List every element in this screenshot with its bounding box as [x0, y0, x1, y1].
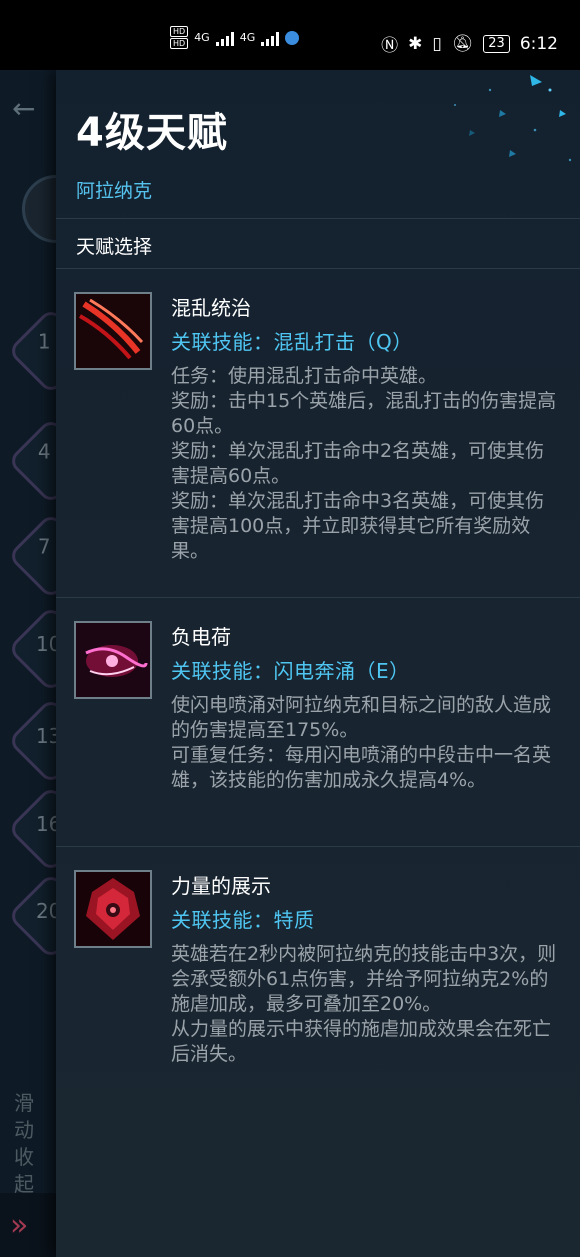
collapse-hint[interactable]: 滑动收起 — [14, 1090, 42, 1198]
signal-icon-2 — [261, 30, 280, 46]
talent-item-chaos-rule[interactable]: 混乱统治 关联技能：混乱打击（Q） 任务：使用混乱打击命中英雄。 奖励：击中15… — [74, 292, 564, 592]
divider — [56, 268, 580, 269]
desc-line: 任务：使用混乱打击命中英雄。 — [171, 365, 438, 387]
mute-icon: 🔕︎ — [451, 33, 474, 54]
app-notification-icon — [285, 30, 300, 45]
divider — [56, 597, 580, 598]
network-indicators: HD HD 4G 4G — [170, 26, 300, 49]
talent-description: 英雄若在2秒内被阿拉纳克的技能击中3次，则会承受额外61点伤害，并给予阿拉纳克2… — [171, 942, 563, 1067]
network-label-1: 4G — [194, 31, 210, 44]
talent-item-show-of-force[interactable]: 力量的展示 关联技能：特质 英雄若在2秒内被阿拉纳克的技能击中3次，则会承受额外… — [74, 870, 564, 1110]
hd-badge-1: HD — [170, 26, 189, 37]
desc-line: 英雄若在2秒内被阿拉纳克的技能击中3次，则会承受额外61点伤害，并给予阿拉纳克2… — [171, 943, 557, 1015]
network-label-2: 4G — [239, 31, 256, 44]
desc-line: 奖励：单次混乱打击命中3名英雄，可使其伤害提高100点，并立即获得其它所有奖励效… — [171, 490, 545, 562]
desc-line: 奖励：击中15个英雄后，混乱打击的伤害提高60点。 — [171, 390, 557, 437]
desc-line: 使闪电喷涌对阿拉纳克和目标之间的敌人造成的伤害提高至175%。 — [171, 694, 552, 741]
starfield-decoration — [454, 75, 572, 162]
lightning-hand-icon — [74, 621, 152, 699]
talent-linked-skill: 关联技能：特质 — [171, 908, 315, 932]
nfc-icon: Ⓝ — [381, 36, 399, 56]
clock: 6:12 — [519, 33, 558, 54]
talent-linked-skill: 关联技能：混乱打击（Q） — [171, 330, 413, 354]
talent-description: 使闪电喷涌对阿拉纳克和目标之间的敌人造成的伤害提高至175%。 可重复任务：每用… — [171, 693, 563, 793]
expand-chevron-icon[interactable]: » — [10, 1208, 29, 1243]
red-slash-icon — [74, 292, 152, 370]
bluetooth-icon: ✱ — [408, 33, 423, 54]
section-label: 天赋选择 — [76, 236, 153, 258]
crimson-crest-icon — [74, 870, 152, 948]
divider — [56, 218, 580, 219]
desc-line: 从力量的展示中获得的施虐加成效果会在死亡后消失。 — [171, 1018, 552, 1065]
talent-item-negative-charge[interactable]: 负电荷 关联技能：闪电奔涌（E） 使闪电喷涌对阿拉纳克和目标之间的敌人造成的伤害… — [74, 621, 564, 841]
talent-panel: 4级天赋 阿拉纳克 天赋选择 混乱统治 关联技能：混乱打击（Q） 任务：使用混乱… — [56, 70, 580, 1257]
back-arrow-icon[interactable]: ← — [12, 92, 35, 125]
hero-name: 阿拉纳克 — [76, 180, 153, 202]
talent-linked-skill: 关联技能：闪电奔涌（E） — [171, 659, 410, 683]
status-bar: HD HD 4G 4G Ⓝ ✱ ▯ 🔕︎ 23 6:12 — [0, 0, 580, 70]
battery-indicator: 23 — [483, 34, 510, 53]
talent-name: 负电荷 — [171, 625, 231, 649]
signal-icon — [215, 30, 234, 46]
divider — [56, 846, 580, 847]
talent-description: 任务：使用混乱打击命中英雄。 奖励：击中15个英雄后，混乱打击的伤害提高60点。… — [171, 364, 563, 564]
vibrate-icon: ▯ — [432, 33, 442, 54]
desc-line: 可重复任务：每用闪电喷涌的中段击中一名英雄，该技能的伤害加成永久提高4%。 — [171, 744, 552, 791]
system-indicators: Ⓝ ✱ ▯ 🔕︎ 23 6:12 — [381, 31, 558, 57]
desc-line: 奖励：单次混乱打击命中2名英雄，可使其伤害提高60点。 — [171, 440, 545, 487]
hd-badge-2: HD — [170, 38, 189, 49]
page-title: 4级天赋 — [76, 110, 228, 156]
talent-name: 力量的展示 — [171, 874, 271, 898]
talent-name: 混乱统治 — [171, 296, 251, 320]
